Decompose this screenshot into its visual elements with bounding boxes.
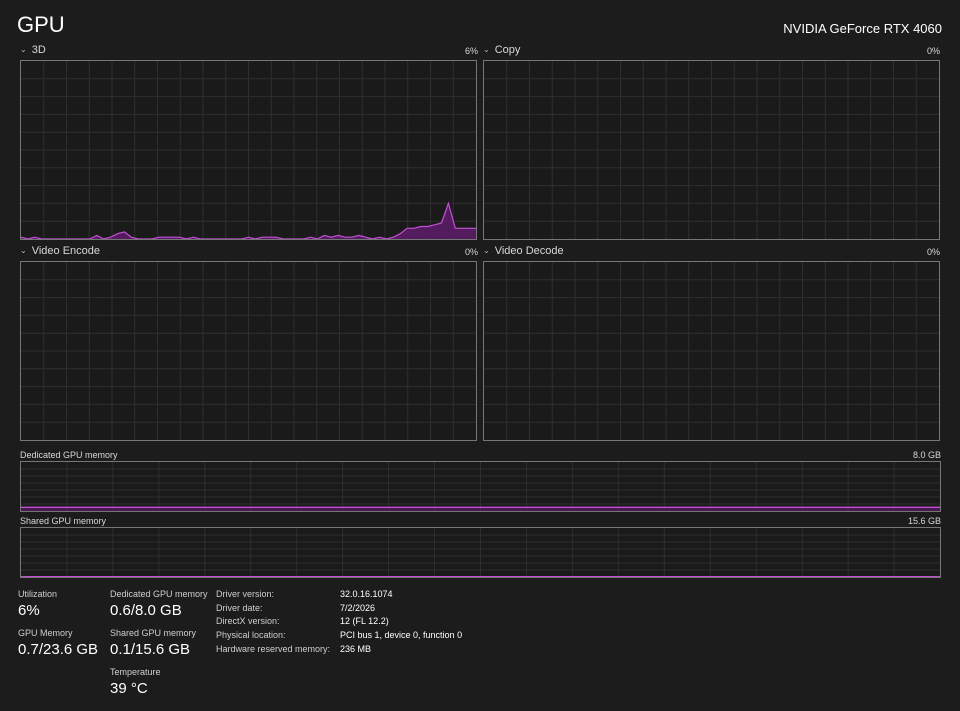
graph-video-decode xyxy=(483,261,940,441)
directx-version-key: DirectX version: xyxy=(216,616,280,626)
dedicated-memory-svg xyxy=(21,462,940,511)
graph-video-encode-label: Video Encode xyxy=(31,245,101,257)
graph-copy-value: 0% xyxy=(926,46,940,56)
chevron-down-icon: ⌄ xyxy=(20,44,27,54)
utilization-label: Utilization xyxy=(18,589,58,599)
utilization-value: 6% xyxy=(18,602,40,619)
reserved-memory-value: 236 MB xyxy=(340,644,372,654)
shared-memory-svg xyxy=(21,528,940,577)
directx-version-value: 12 (FL 12.2) xyxy=(340,616,389,626)
shared-memory-value: 0.1/15.6 GB xyxy=(110,641,191,658)
driver-date-value: 7/2/2026 xyxy=(340,603,376,613)
gpu-memory-label: GPU Memory xyxy=(18,628,73,638)
dedicated-memory-label: Dedicated GPU memory xyxy=(110,589,208,599)
driver-date-key: Driver date: xyxy=(216,603,263,613)
shared-memory-label: Shared GPU memory xyxy=(110,628,197,638)
temperature-label: Temperature xyxy=(110,667,161,677)
graph-3d-selector[interactable]: ⌄ 3D xyxy=(20,44,46,56)
graph-video-encode xyxy=(20,261,477,441)
graph-3d xyxy=(20,60,477,240)
graph-3d-label: 3D xyxy=(31,44,46,56)
gpu-memory-value: 0.7/23.6 GB xyxy=(18,641,99,658)
graph-video-encode-selector[interactable]: ⌄ Video Encode xyxy=(20,245,100,257)
dedicated-memory-value: 0.6/8.0 GB xyxy=(110,602,182,619)
graph-copy-label: Copy xyxy=(494,44,521,56)
chevron-down-icon: ⌄ xyxy=(483,44,490,54)
graph-copy-selector[interactable]: ⌄ Copy xyxy=(483,44,520,56)
reserved-memory-key: Hardware reserved memory: xyxy=(216,644,331,654)
dedicated-memory-graph-max: 8.0 GB xyxy=(912,450,941,460)
dedicated-memory-graph-label: Dedicated GPU memory xyxy=(20,450,118,460)
graph-copy-svg xyxy=(484,61,939,239)
chevron-down-icon: ⌄ xyxy=(20,245,27,255)
driver-version-value: 32.0.16.1074 xyxy=(340,589,393,599)
gpu-model-name: NVIDIA GeForce RTX 4060 xyxy=(783,21,942,36)
graph-copy xyxy=(483,60,940,240)
graph-3d-svg xyxy=(21,61,476,239)
graph-video-encode-svg xyxy=(21,262,476,440)
page-title: GPU xyxy=(17,12,65,37)
temperature-value: 39 °C xyxy=(110,680,148,697)
physical-location-value: PCI bus 1, device 0, function 0 xyxy=(340,630,463,640)
graph-video-decode-label: Video Decode xyxy=(494,245,564,257)
chevron-down-icon: ⌄ xyxy=(483,245,490,255)
graph-video-decode-svg xyxy=(484,262,939,440)
graph-video-decode-selector[interactable]: ⌄ Video Decode xyxy=(483,245,564,257)
graph-video-encode-value: 0% xyxy=(464,247,478,257)
shared-memory-graph-max: 15.6 GB xyxy=(907,516,941,526)
driver-version-key: Driver version: xyxy=(216,589,275,599)
dedicated-memory-graph xyxy=(20,461,941,512)
shared-memory-graph xyxy=(20,527,941,578)
graph-3d-value: 6% xyxy=(464,46,478,56)
physical-location-key: Physical location: xyxy=(216,630,286,640)
graph-video-decode-value: 0% xyxy=(926,247,940,257)
shared-memory-graph-label: Shared GPU memory xyxy=(20,516,107,526)
